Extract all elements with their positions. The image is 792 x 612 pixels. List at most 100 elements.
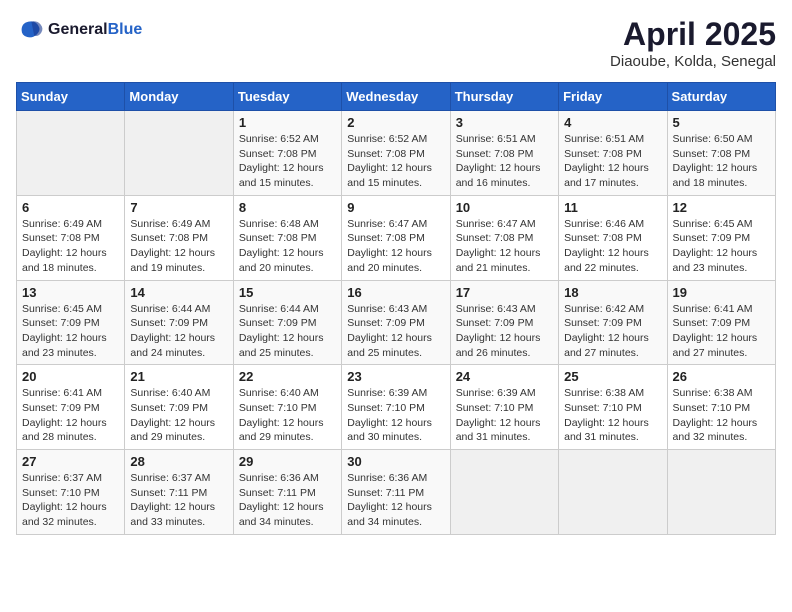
day-number: 22 bbox=[239, 369, 336, 384]
day-number: 5 bbox=[673, 115, 770, 130]
day-number: 23 bbox=[347, 369, 444, 384]
day-detail: Sunrise: 6:43 AM Sunset: 7:09 PM Dayligh… bbox=[347, 302, 444, 361]
table-row: 1Sunrise: 6:52 AM Sunset: 7:08 PM Daylig… bbox=[233, 111, 341, 196]
calendar-week-row: 27 Sunrise: 6:37 AM Sunset: 7:10 PM Dayli… bbox=[17, 450, 776, 535]
day-number: 16 bbox=[347, 285, 444, 300]
table-row: 18 Sunrise: 6:42 AM Sunset: 7:09 PM Dayli… bbox=[559, 280, 667, 365]
calendar-week-row: 13 Sunrise: 6:45 AM Sunset: 7:09 PM Dayli… bbox=[17, 280, 776, 365]
calendar-week-row: 6Sunrise: 6:49 AM Sunset: 7:08 PM Daylig… bbox=[17, 195, 776, 280]
day-number: 20 bbox=[22, 369, 119, 384]
day-detail: Sunrise: 6:44 AM Sunset: 7:09 PM Dayligh… bbox=[130, 302, 227, 361]
day-number: 24 bbox=[456, 369, 553, 384]
table-row: 24 Sunrise: 6:39 AM Sunset: 7:10 PM Dayli… bbox=[450, 365, 558, 450]
day-detail: Sunrise: 6:38 AM Sunset: 7:10 PM Dayligh… bbox=[564, 386, 661, 445]
page-header: GeneralBlue April 2025 Diaoube, Kolda, S… bbox=[16, 16, 776, 70]
table-row: 22 Sunrise: 6:40 AM Sunset: 7:10 PM Dayli… bbox=[233, 365, 341, 450]
day-detail: Sunrise: 6:40 AM Sunset: 7:10 PM Dayligh… bbox=[239, 386, 336, 445]
logo: GeneralBlue bbox=[16, 16, 142, 44]
day-detail: Sunrise: 6:39 AM Sunset: 7:10 PM Dayligh… bbox=[456, 386, 553, 445]
table-row: 16 Sunrise: 6:43 AM Sunset: 7:09 PM Dayli… bbox=[342, 280, 450, 365]
day-number: 26 bbox=[673, 369, 770, 384]
col-tuesday: Tuesday bbox=[233, 83, 341, 111]
table-row: 2 Sunrise: 6:52 AM Sunset: 7:08 PM Daylig… bbox=[342, 111, 450, 196]
day-number: 30 bbox=[347, 454, 444, 469]
table-row: 3 Sunrise: 6:51 AM Sunset: 7:08 PM Daylig… bbox=[450, 111, 558, 196]
day-number: 12 bbox=[673, 200, 770, 215]
day-detail: Sunrise: 6:37 AM Sunset: 7:11 PM Dayligh… bbox=[130, 471, 227, 530]
day-detail: Sunrise: 6:47 AM Sunset: 7:08 PM Dayligh… bbox=[347, 217, 444, 276]
day-detail: Sunrise: 6:43 AM Sunset: 7:09 PM Dayligh… bbox=[456, 302, 553, 361]
day-detail: Sunrise: 6:38 AM Sunset: 7:10 PM Dayligh… bbox=[673, 386, 770, 445]
calendar-table: Sunday Monday Tuesday Wednesday Thursday… bbox=[16, 82, 776, 535]
table-row bbox=[667, 450, 775, 535]
table-row: 20Sunrise: 6:41 AM Sunset: 7:09 PM Dayli… bbox=[17, 365, 125, 450]
day-detail: Sunrise: 6:40 AM Sunset: 7:09 PM Dayligh… bbox=[130, 386, 227, 445]
col-friday: Friday bbox=[559, 83, 667, 111]
day-detail: Sunrise: 6:51 AM Sunset: 7:08 PM Dayligh… bbox=[456, 132, 553, 191]
day-number: 2 bbox=[347, 115, 444, 130]
table-row: 25 Sunrise: 6:38 AM Sunset: 7:10 PM Dayli… bbox=[559, 365, 667, 450]
day-number: 29 bbox=[239, 454, 336, 469]
day-detail: Sunrise: 6:36 AM Sunset: 7:11 PM Dayligh… bbox=[347, 471, 444, 530]
col-wednesday: Wednesday bbox=[342, 83, 450, 111]
table-row: 17 Sunrise: 6:43 AM Sunset: 7:09 PM Dayli… bbox=[450, 280, 558, 365]
logo-text: GeneralBlue bbox=[48, 21, 142, 39]
table-row: 10Sunrise: 6:47 AM Sunset: 7:08 PM Dayli… bbox=[450, 195, 558, 280]
table-row: 28 Sunrise: 6:37 AM Sunset: 7:11 PM Dayli… bbox=[125, 450, 233, 535]
table-row: 7 Sunrise: 6:49 AM Sunset: 7:08 PM Daylig… bbox=[125, 195, 233, 280]
table-row: 9Sunrise: 6:47 AM Sunset: 7:08 PM Daylig… bbox=[342, 195, 450, 280]
day-number: 13 bbox=[22, 285, 119, 300]
day-detail: Sunrise: 6:39 AM Sunset: 7:10 PM Dayligh… bbox=[347, 386, 444, 445]
day-number: 15 bbox=[239, 285, 336, 300]
day-detail: Sunrise: 6:49 AM Sunset: 7:08 PM Dayligh… bbox=[22, 217, 119, 276]
day-number: 27 bbox=[22, 454, 119, 469]
day-detail: Sunrise: 6:48 AM Sunset: 7:08 PM Dayligh… bbox=[239, 217, 336, 276]
day-number: 7 bbox=[130, 200, 227, 215]
table-row: 23 Sunrise: 6:39 AM Sunset: 7:10 PM Dayli… bbox=[342, 365, 450, 450]
table-row: 14 Sunrise: 6:44 AM Sunset: 7:09 PM Dayli… bbox=[125, 280, 233, 365]
table-row: 8 Sunrise: 6:48 AM Sunset: 7:08 PM Daylig… bbox=[233, 195, 341, 280]
day-number: 21 bbox=[130, 369, 227, 384]
col-saturday: Saturday bbox=[667, 83, 775, 111]
day-detail: Sunrise: 6:42 AM Sunset: 7:09 PM Dayligh… bbox=[564, 302, 661, 361]
title-block: April 2025 Diaoube, Kolda, Senegal bbox=[610, 16, 776, 70]
day-number: 3 bbox=[456, 115, 553, 130]
table-row: 12 Sunrise: 6:45 AM Sunset: 7:09 PM Dayli… bbox=[667, 195, 775, 280]
day-number: 19 bbox=[673, 285, 770, 300]
calendar-header-row: Sunday Monday Tuesday Wednesday Thursday… bbox=[17, 83, 776, 111]
day-detail: Sunrise: 6:47 AM Sunset: 7:08 PM Dayligh… bbox=[456, 217, 553, 276]
day-number: 14 bbox=[130, 285, 227, 300]
day-detail: Sunrise: 6:46 AM Sunset: 7:08 PM Dayligh… bbox=[564, 217, 661, 276]
table-row: 6Sunrise: 6:49 AM Sunset: 7:08 PM Daylig… bbox=[17, 195, 125, 280]
day-detail: Sunrise: 6:37 AM Sunset: 7:10 PM Dayligh… bbox=[22, 471, 119, 530]
table-row: 4Sunrise: 6:51 AM Sunset: 7:08 PM Daylig… bbox=[559, 111, 667, 196]
col-monday: Monday bbox=[125, 83, 233, 111]
day-number: 25 bbox=[564, 369, 661, 384]
col-thursday: Thursday bbox=[450, 83, 558, 111]
table-row: 13 Sunrise: 6:45 AM Sunset: 7:09 PM Dayli… bbox=[17, 280, 125, 365]
table-row: 29 Sunrise: 6:36 AM Sunset: 7:11 PM Dayli… bbox=[233, 450, 341, 535]
day-number: 18 bbox=[564, 285, 661, 300]
table-row: 11 Sunrise: 6:46 AM Sunset: 7:08 PM Dayli… bbox=[559, 195, 667, 280]
day-number: 8 bbox=[239, 200, 336, 215]
col-sunday: Sunday bbox=[17, 83, 125, 111]
table-row bbox=[17, 111, 125, 196]
day-detail: Sunrise: 6:49 AM Sunset: 7:08 PM Dayligh… bbox=[130, 217, 227, 276]
logo-icon bbox=[16, 16, 44, 44]
table-row: 21 Sunrise: 6:40 AM Sunset: 7:09 PM Dayli… bbox=[125, 365, 233, 450]
table-row: 30 Sunrise: 6:36 AM Sunset: 7:11 PM Dayli… bbox=[342, 450, 450, 535]
day-detail: Sunrise: 6:52 AM Sunset: 7:08 PM Dayligh… bbox=[347, 132, 444, 191]
day-detail: Sunrise: 6:45 AM Sunset: 7:09 PM Dayligh… bbox=[22, 302, 119, 361]
day-number: 28 bbox=[130, 454, 227, 469]
day-number: 17 bbox=[456, 285, 553, 300]
calendar-week-row: 20Sunrise: 6:41 AM Sunset: 7:09 PM Dayli… bbox=[17, 365, 776, 450]
day-detail: Sunrise: 6:50 AM Sunset: 7:08 PM Dayligh… bbox=[673, 132, 770, 191]
day-detail: Sunrise: 6:44 AM Sunset: 7:09 PM Dayligh… bbox=[239, 302, 336, 361]
calendar-week-row: 1 Sunrise: 6:52 AM Sunset: 7:08 PM Daylig… bbox=[17, 111, 776, 196]
day-detail: Sunrise: 6:36 AM Sunset: 7:11 PM Dayligh… bbox=[239, 471, 336, 530]
day-detail: Sunrise: 6:45 AM Sunset: 7:09 PM Dayligh… bbox=[673, 217, 770, 276]
table-row bbox=[125, 111, 233, 196]
day-number: 11 bbox=[564, 200, 661, 215]
table-row: 5 Sunrise: 6:50 AM Sunset: 7:08 PM Daylig… bbox=[667, 111, 775, 196]
day-number: 1 bbox=[239, 115, 336, 130]
